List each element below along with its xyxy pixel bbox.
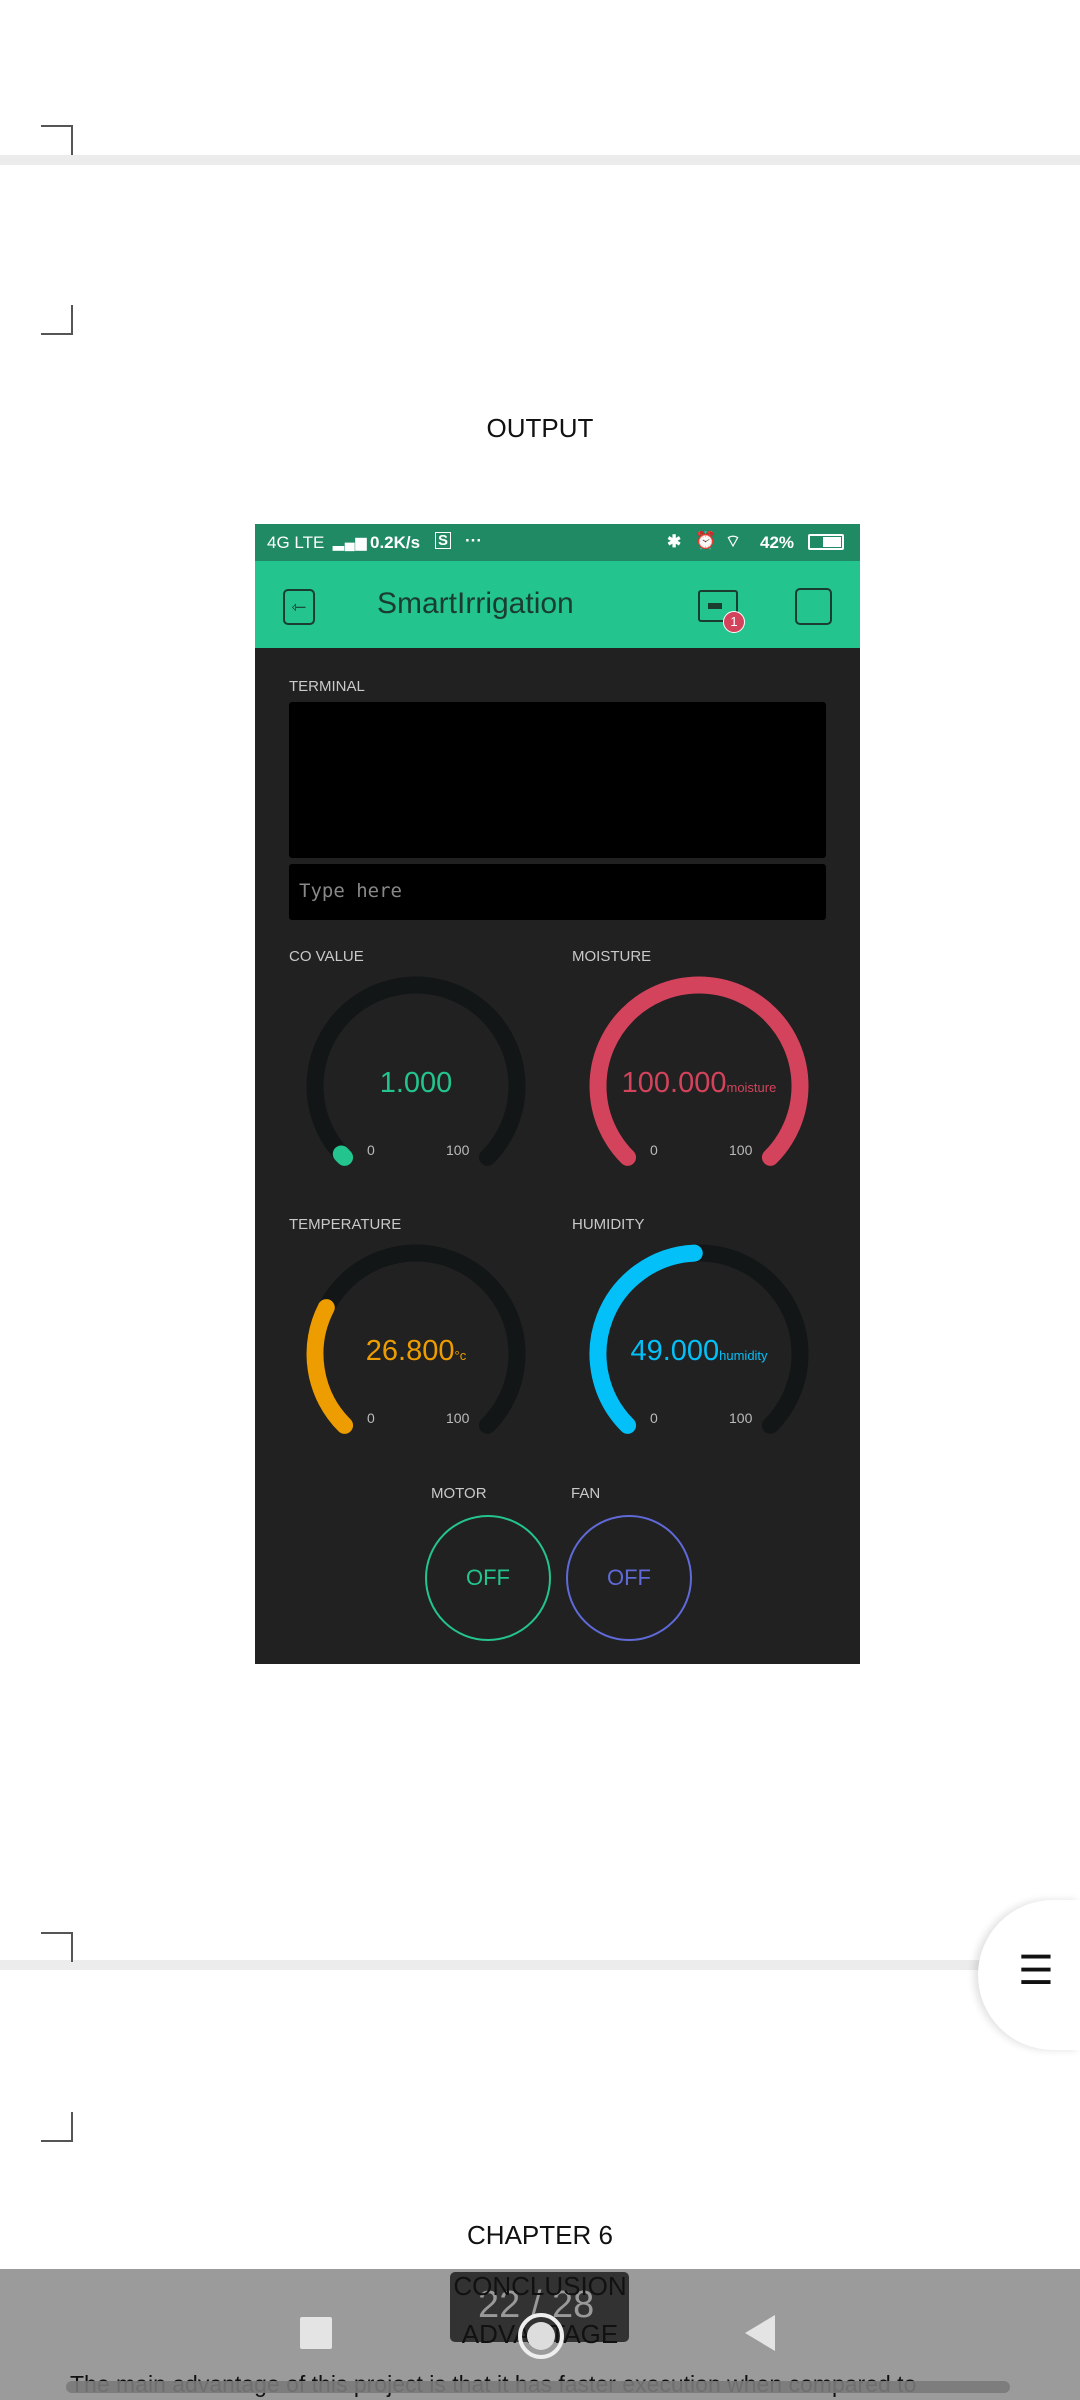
page-divider [0,155,1080,165]
gauge-value: 26.800°c [306,1335,526,1368]
chapter-heading: CHAPTER 6 [467,2220,613,2250]
navigation-overlay: CONCLUSION 22 / 28 ADVANTAGE The main ad… [0,2269,1080,2400]
page-corner-mark [41,1932,73,1962]
gauge-value-number: 49.000 [630,1335,720,1367]
gauge-value-number: 1.000 [379,1067,453,1099]
gauge-max: 100 [729,1142,753,1158]
menu-icon: ☰ [1018,1949,1054,1993]
home-button[interactable] [518,2313,564,2359]
motor-button[interactable]: OFF [425,1515,551,1641]
motor-state: OFF [466,1565,510,1590]
gauge-min: 0 [650,1142,658,1158]
app-screenshot: 4G LTE ▂▄▆ 0.2K/s S ··· ✱ ⏰ ⌔ 42% ⇽ Smar… [255,524,860,1664]
gauge-value: 1.000 [306,1067,526,1100]
gauge-value: 100.000moisture [589,1067,809,1100]
gauge-fill [332,1145,354,1166]
gauge-min: 0 [650,1410,658,1426]
gauge-label: MOISTURE [572,948,652,965]
gauge-label: HUMIDITY [572,1216,645,1233]
page-corner-mark [41,2112,73,2142]
output-heading: OUTPUT [486,413,594,443]
menu-fab[interactable]: ☰ [978,1900,1080,2050]
fan-button[interactable]: OFF [566,1515,692,1641]
gauge-min: 0 [367,1410,375,1426]
gauge-max: 100 [729,1410,753,1426]
page-divider [0,1960,1080,1970]
scrollbar[interactable] [66,2381,1010,2393]
gauge-unit: moisture [726,1080,777,1095]
gauge-label: CO VALUE [289,948,364,965]
gauge-value-number: 100.000 [621,1067,727,1099]
motor-label: MOTOR [431,1485,487,1502]
conclusion-heading: CONCLUSION [453,2271,627,2301]
gauge-value-number: 26.800 [365,1335,455,1367]
page-corner-mark [41,305,73,335]
gauge-label: TEMPERATURE [289,1216,402,1233]
gauge-min: 0 [367,1142,375,1158]
gauge-value: 49.000humidity [589,1335,809,1368]
fan-state: OFF [607,1565,651,1590]
gauge-unit: °c [454,1348,467,1363]
fan-label: FAN [571,1485,601,1502]
gauge-unit: humidity [719,1348,768,1363]
page-corner-mark [41,125,73,155]
gauge-max: 100 [446,1142,470,1158]
gauge-max: 100 [446,1410,470,1426]
